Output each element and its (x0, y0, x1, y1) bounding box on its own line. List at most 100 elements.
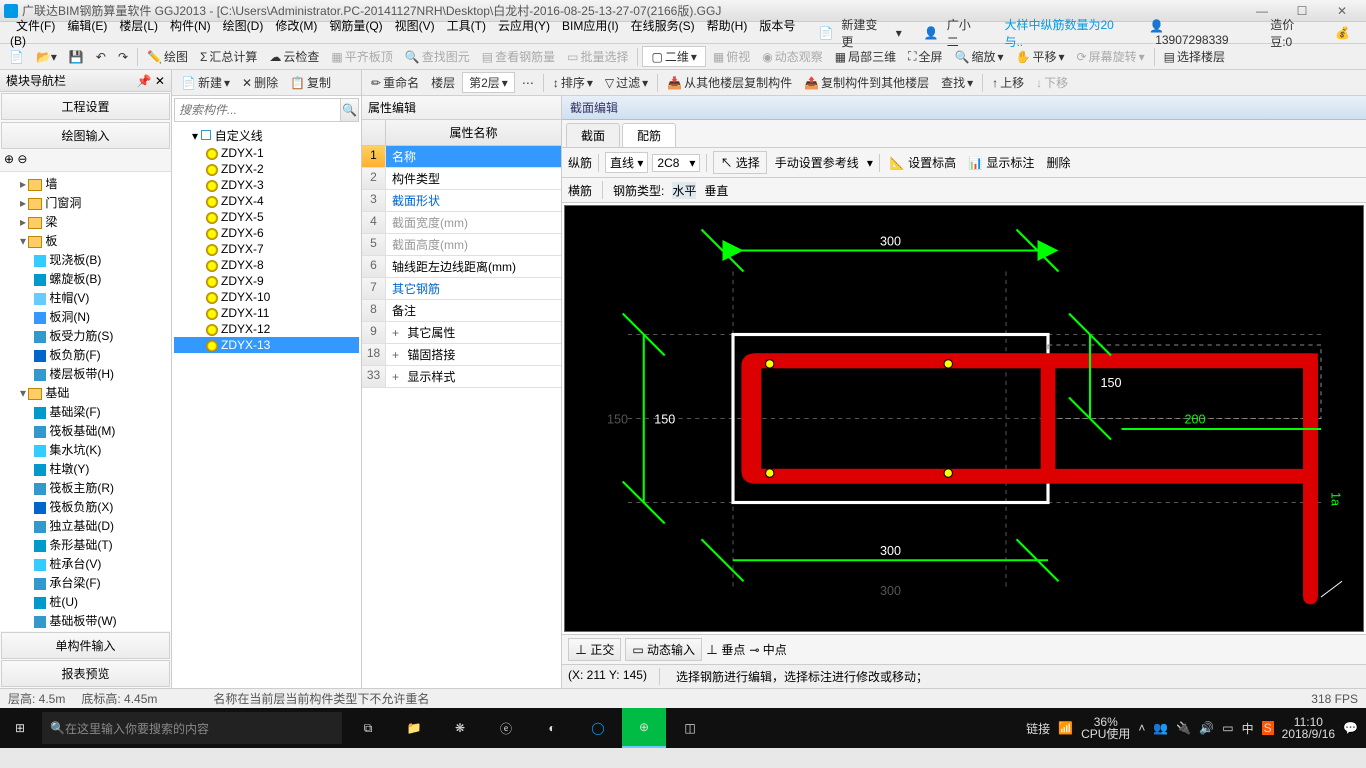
search-button[interactable]: 🔍 (340, 99, 358, 121)
tree-item[interactable]: 柱帽(V) (2, 288, 169, 307)
tree-item[interactable]: 现浇板(B) (2, 250, 169, 269)
tab-unit-input[interactable]: 单构件输入 (1, 632, 170, 659)
tree-item[interactable]: ▸ 梁 (2, 212, 169, 231)
save-icon[interactable]: 💾 (64, 48, 89, 66)
tip-text[interactable]: 大样中纵筋数量为20与.. (1004, 16, 1129, 50)
prop-row[interactable]: 1名称 (362, 146, 561, 168)
start-button[interactable]: ⊞ (0, 708, 40, 748)
copy-to-button[interactable]: 📤复制构件到其他楼层 (799, 72, 934, 93)
select-button[interactable]: ↖ 选择 (713, 151, 766, 174)
comp-item[interactable]: ZDYX-12 (174, 321, 359, 337)
2d-select[interactable]: ▢ 二维 ▾ (642, 46, 705, 67)
dynview-button[interactable]: ◉ 动态观察 (757, 46, 828, 67)
tray-up-icon[interactable]: ˄ (1138, 721, 1145, 735)
comp-item[interactable]: ZDYX-5 (174, 209, 359, 225)
task-folder-icon[interactable]: 📁 (392, 708, 436, 748)
hp-button[interactable]: 水平 (672, 182, 696, 199)
tree-item[interactable]: ▸ 门窗洞 (2, 193, 169, 212)
tray-notif-icon[interactable]: 💬 (1343, 721, 1358, 735)
tree-item[interactable]: 桩(U) (2, 592, 169, 611)
tree-item[interactable]: 楼层板带(H) (2, 364, 169, 383)
comp-item[interactable]: ZDYX-13 (174, 337, 359, 353)
tray-vol-icon[interactable]: 🔊 (1199, 721, 1214, 735)
mid-button[interactable]: ⊸ 中点 (749, 641, 786, 658)
perp-button[interactable]: ⊥ 垂点 (706, 641, 745, 658)
view-steel-button[interactable]: ▤ 查看钢筋量 (477, 46, 560, 67)
comp-item[interactable]: ZDYX-10 (174, 289, 359, 305)
undo-icon[interactable]: ↶ (91, 48, 111, 66)
menu-item[interactable]: 构件(N) (170, 19, 211, 33)
tray-ime1-icon[interactable]: ▭ (1222, 721, 1233, 735)
tree-item[interactable]: 承台梁(F) (2, 573, 169, 592)
prop-row[interactable]: 7其它钢筋 (362, 278, 561, 300)
prop-row[interactable]: 2构件类型 (362, 168, 561, 190)
prop-row[interactable]: 18+ 锚固搭接 (362, 344, 561, 366)
prop-row[interactable]: 9+ 其它属性 (362, 322, 561, 344)
find-button[interactable]: 查找 ▾ (936, 72, 978, 93)
comp-item[interactable]: ZDYX-9 (174, 273, 359, 289)
comp-item[interactable]: ZDYX-3 (174, 177, 359, 193)
menu-item[interactable]: 在线服务(S) (631, 19, 695, 33)
menu-item[interactable]: 帮助(H) (707, 19, 748, 33)
find-graph-button[interactable]: 🔍 查找图元 (400, 46, 475, 67)
task-app3-icon[interactable]: ◯ (576, 708, 620, 748)
menu-item[interactable]: 云应用(Y) (498, 19, 550, 33)
new-file-icon[interactable]: 📄 (4, 48, 29, 66)
manual-ref-button[interactable]: 手动设置参考线 (771, 152, 863, 173)
prop-row[interactable]: 33+ 显示样式 (362, 366, 561, 388)
tree-item[interactable]: ▾ 板 (2, 231, 169, 250)
pan-button[interactable]: ✋ 平移 ▾ (1011, 46, 1070, 67)
taskbar-search[interactable]: 🔍 在这里输入你要搜索的内容 (42, 712, 342, 744)
comp-root[interactable]: ▾ 自定义线 (174, 126, 359, 145)
section-tab[interactable]: 截面 (566, 123, 620, 147)
menu-item[interactable]: 文件(F) (16, 19, 55, 33)
tree-item[interactable]: 板负筋(F) (2, 345, 169, 364)
tree-item[interactable]: 筏板基础(M) (2, 421, 169, 440)
tree-item[interactable]: 筏板主筋(R) (2, 478, 169, 497)
screenrot-button[interactable]: ⟳ 屏幕旋转 ▾ (1072, 46, 1150, 67)
sumcalc-button[interactable]: Σ 汇总计算 (195, 46, 262, 67)
cloud-check-button[interactable]: ☁ 云检查 (264, 46, 324, 67)
down-button[interactable]: ↓下移 (1031, 72, 1073, 93)
task-edge-icon[interactable]: ⓔ (484, 708, 528, 748)
nav-tree[interactable]: ▸ 墙▸ 门窗洞▸ 梁▾ 板 现浇板(B) 螺旋板(B) 柱帽(V) 板洞(N)… (0, 172, 171, 631)
comp-item[interactable]: ZDYX-6 (174, 225, 359, 241)
sort-button[interactable]: ↕排序 ▾ (548, 72, 598, 93)
draw-button[interactable]: ✏️绘图 (142, 46, 193, 67)
section-tab[interactable]: 配筋 (622, 123, 676, 147)
tree-item[interactable]: ▾ 基础 (2, 383, 169, 402)
rebar-spec-input[interactable]: 2C8 ▾ (652, 154, 700, 172)
del-comp-button[interactable]: ✕删除 (237, 72, 283, 93)
bird-button[interactable]: ▦ 俯视 (708, 46, 755, 67)
menu-item[interactable]: 编辑(E) (67, 19, 107, 33)
more-icon[interactable]: ⋯ (517, 74, 539, 92)
phone-label[interactable]: 👤 13907298339 (1149, 19, 1250, 47)
comp-item[interactable]: ZDYX-4 (174, 193, 359, 209)
copy-comp-button[interactable]: 📋复制 (285, 72, 336, 93)
tree-item[interactable]: 基础梁(F) (2, 402, 169, 421)
prop-row[interactable]: 6轴线距左边线距离(mm) (362, 256, 561, 278)
batch-sel-button[interactable]: ▭ 批量选择 (562, 46, 633, 67)
menu-item[interactable]: 楼层(L) (119, 19, 158, 33)
prop-row[interactable]: 4截面宽度(mm) (362, 212, 561, 234)
nav-tool-2[interactable]: ⊖ (17, 152, 27, 166)
redo-icon[interactable]: ↷ (113, 48, 133, 66)
menu-item[interactable]: 工具(T) (447, 19, 486, 33)
tree-item[interactable]: 条形基础(T) (2, 535, 169, 554)
fullscreen-button[interactable]: ⛶ 全屏 (903, 46, 947, 67)
vt-button[interactable]: 垂直 (704, 182, 728, 199)
comp-item[interactable]: ZDYX-2 (174, 161, 359, 177)
filter-button[interactable]: ▽过滤 ▾ (600, 72, 653, 93)
search-input[interactable] (175, 99, 340, 121)
new-comp-button[interactable]: 📄新建 ▾ (176, 72, 235, 93)
tree-item[interactable]: 集水坑(K) (2, 440, 169, 459)
task-app2-icon[interactable]: ◐ (530, 708, 574, 748)
task-app4-icon[interactable]: ⊕ (622, 708, 666, 748)
pin-icon[interactable]: 📌 ✕ (137, 74, 165, 88)
tree-item[interactable]: 基础板带(W) (2, 611, 169, 630)
local3d-button[interactable]: ▦ 局部三维 (830, 46, 901, 67)
tree-item[interactable]: 板洞(N) (2, 307, 169, 326)
tree-item[interactable]: 独立基础(D) (2, 516, 169, 535)
property-table[interactable]: 属性名称1名称2构件类型3截面形状4截面宽度(mm)5截面高度(mm)6轴线距左… (362, 120, 561, 688)
up-button[interactable]: ↑上移 (987, 72, 1029, 93)
